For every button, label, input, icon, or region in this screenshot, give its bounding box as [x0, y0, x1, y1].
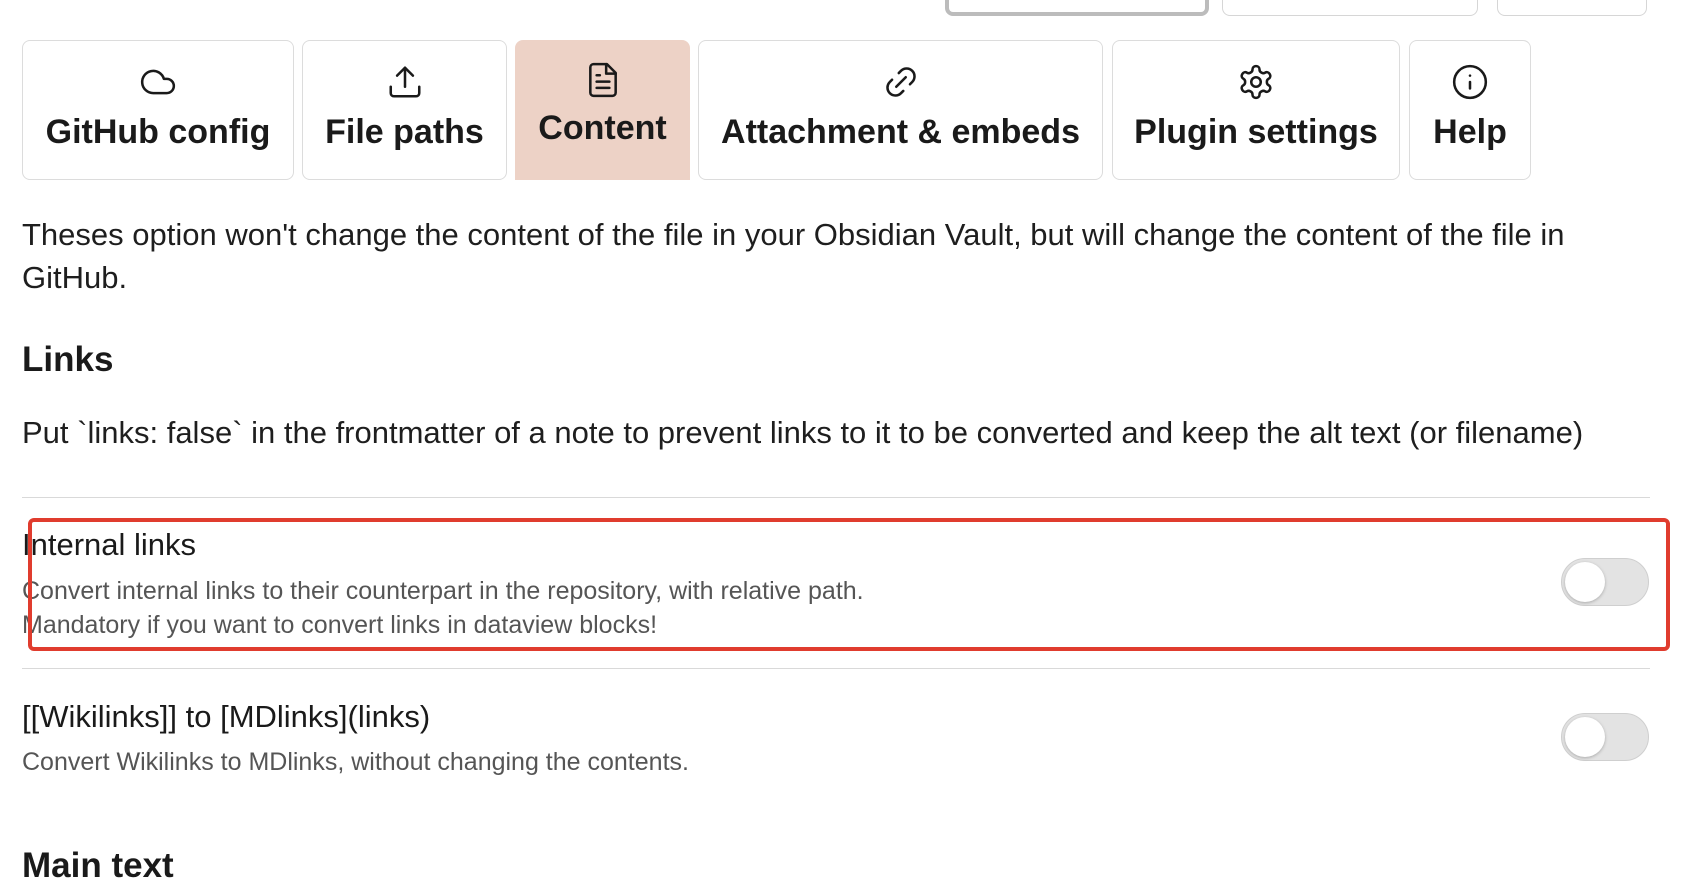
file-text-icon [584, 61, 622, 99]
tab-label: Help [1433, 113, 1507, 151]
tab-help[interactable]: Help [1409, 40, 1531, 180]
top-button-focused[interactable] [945, 0, 1209, 16]
divider [22, 668, 1650, 669]
cloud-icon [139, 63, 177, 101]
tab-label: Plugin settings [1134, 113, 1378, 151]
tab-content[interactable]: Content [515, 40, 690, 180]
toggle-knob [1565, 717, 1605, 757]
tab-label: GitHub config [45, 113, 271, 151]
tab-attachment-embeds[interactable]: Attachment & embeds [698, 40, 1103, 180]
section-heading-main-text: Main text [22, 846, 174, 882]
setting-name-internal-links: Internal links [22, 527, 197, 562]
gear-icon [1237, 63, 1275, 101]
settings-page: GitHub config File paths Content Attachm… [0, 0, 1698, 882]
top-button-small[interactable] [1497, 0, 1647, 16]
tab-label: Attachment & embeds [721, 113, 1080, 151]
info-icon [1451, 63, 1489, 101]
divider [22, 497, 1650, 498]
setting-name-wikilinks: [[Wikilinks]] to [MDlinks](links) [22, 699, 431, 734]
links-note: Put `links: false` in the frontmatter of… [22, 415, 1584, 450]
setting-desc-internal-links: Convert internal links to their counterp… [22, 577, 864, 605]
link-icon [882, 63, 920, 101]
section-heading-links: Links [22, 340, 114, 379]
toggle-wikilinks[interactable] [1561, 713, 1649, 761]
top-button[interactable] [1222, 0, 1478, 16]
tab-label: Content [538, 109, 667, 147]
tab-github-config[interactable]: GitHub config [22, 40, 294, 180]
toggle-knob [1565, 562, 1605, 602]
tab-file-paths[interactable]: File paths [302, 40, 507, 180]
upload-icon [386, 63, 424, 101]
toggle-internal-links[interactable] [1561, 558, 1649, 606]
tab-label: File paths [325, 113, 484, 151]
setting-desc-internal-links-line2: Mandatory if you want to convert links i… [22, 611, 658, 639]
setting-desc-wikilinks: Convert Wikilinks to MDlinks, without ch… [22, 748, 689, 776]
tab-description: Theses option won't change the content o… [22, 217, 1565, 295]
tab-plugin-settings[interactable]: Plugin settings [1112, 40, 1400, 180]
